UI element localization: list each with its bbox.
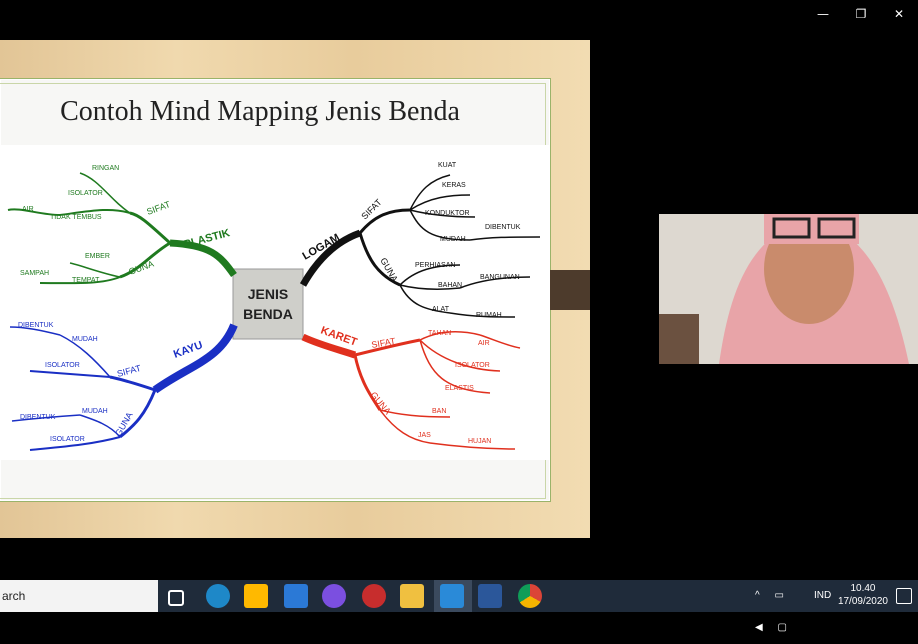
logam-guna-1: BAHAN bbox=[438, 282, 462, 289]
karet-sifat-2: ISOLATOR bbox=[455, 362, 490, 369]
plastik-item-3: TIDAK TEMBUS bbox=[50, 214, 102, 221]
chrome-icon[interactable] bbox=[518, 584, 542, 608]
plastik-guna-0: EMBER bbox=[85, 253, 110, 260]
karet-guna-2: HUJAN bbox=[468, 438, 491, 445]
clock-date: 17/09/2020 bbox=[837, 596, 888, 607]
logam-guna-4: RUMAH bbox=[476, 312, 502, 319]
karet-sifat-0: TAHAN bbox=[428, 330, 451, 337]
taskbar: arch ^ ▭ ◀ ▢ IND 10.40 17/09/2020 bbox=[0, 580, 918, 633]
karet-sifat-1: AIR bbox=[478, 340, 490, 347]
kayu-guna-1: MUDAH bbox=[82, 408, 108, 415]
plastik-guna-1: TEMPAT bbox=[72, 277, 100, 284]
video-app-icon[interactable] bbox=[440, 584, 464, 608]
taskbar-search[interactable]: arch bbox=[0, 580, 158, 612]
karet-guna-1: JAS bbox=[418, 432, 431, 439]
mind-map: JENIS BENDA PLASTIK SIFAT GUNA RINGAN IS… bbox=[0, 145, 550, 460]
word-icon[interactable] bbox=[478, 584, 502, 608]
app-icon[interactable] bbox=[322, 584, 346, 608]
store-icon[interactable] bbox=[244, 584, 268, 608]
settings-app-icon[interactable] bbox=[362, 584, 386, 608]
logam-sifat-4: DIBENTUK bbox=[485, 224, 521, 231]
clock[interactable]: 10.40 17/09/2020 bbox=[838, 582, 888, 608]
window-controls: — ❐ ✕ bbox=[804, 0, 918, 28]
edge-icon[interactable] bbox=[206, 584, 230, 608]
logam-guna-2: BANGUNAN bbox=[480, 274, 520, 281]
logam-sifat-2: KONDUKTOR bbox=[425, 210, 470, 217]
webcam-feed bbox=[659, 214, 918, 364]
close-button[interactable]: ✕ bbox=[880, 0, 918, 28]
mail-icon[interactable] bbox=[284, 584, 308, 608]
language-indicator[interactable]: IND bbox=[814, 580, 831, 612]
center-node bbox=[232, 268, 304, 340]
kayu-guna-2: ISOLATOR bbox=[50, 436, 85, 443]
kayu-sifat-0: DIBENTUK bbox=[18, 322, 54, 329]
slide-side-tab bbox=[549, 270, 590, 310]
karet-guna-0: BAN bbox=[432, 408, 446, 415]
logam-sifat-1: KERAS bbox=[442, 182, 466, 189]
center-text-2: BENDA bbox=[243, 306, 293, 322]
logam-guna-0: PERHIASAN bbox=[415, 262, 455, 269]
plastik-item-0: RINGAN bbox=[92, 165, 119, 172]
clock-time: 10.40 bbox=[850, 583, 876, 594]
plastik-item-2: AIR bbox=[22, 206, 34, 213]
logam-sifat-3: MUDAH bbox=[440, 236, 466, 243]
restore-button[interactable]: ❐ bbox=[842, 0, 880, 28]
kayu-sifat-2: ISOLATOR bbox=[45, 362, 80, 369]
minimize-button[interactable]: — bbox=[804, 0, 842, 28]
logam-sifat-0: KUAT bbox=[438, 162, 457, 169]
slide-title: Contoh Mind Mapping Jenis Benda bbox=[60, 96, 460, 127]
file-explorer-icon[interactable] bbox=[400, 584, 424, 608]
plastik-item-1: ISOLATOR bbox=[68, 190, 103, 197]
notification-icon[interactable] bbox=[896, 588, 912, 604]
karet-sifat-3: ELASTIS bbox=[445, 385, 474, 392]
center-text-1: JENIS bbox=[248, 286, 288, 302]
plastik-guna-2: SAMPAH bbox=[20, 270, 49, 277]
tray-icons[interactable]: ^ ▭ ◀ ▢ bbox=[755, 580, 805, 633]
kayu-sifat-1: MUDAH bbox=[72, 336, 98, 343]
logam-guna-3: ALAT bbox=[432, 306, 450, 313]
task-view-icon[interactable] bbox=[168, 590, 184, 606]
kayu-guna-0: DIBENTUK bbox=[20, 414, 56, 421]
